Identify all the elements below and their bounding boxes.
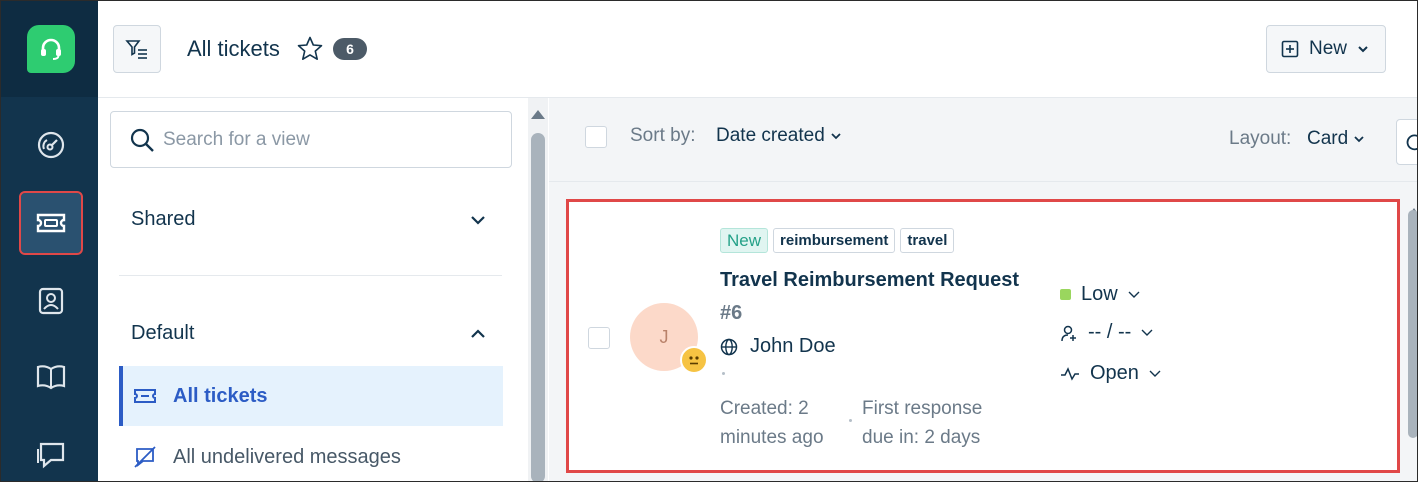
view-item-label: All undelivered messages <box>173 445 401 468</box>
neutral-face-icon <box>680 346 708 374</box>
section-divider <box>119 275 502 276</box>
list-toolbar: Sort by: Date created Layout: Card <box>549 98 1417 182</box>
status-value: Open <box>1090 362 1139 384</box>
view-search-box[interactable] <box>110 111 512 168</box>
shared-views-label: Shared <box>131 208 196 230</box>
nav-rail <box>1 1 98 481</box>
globe-icon <box>720 338 738 355</box>
logo-area <box>1 1 98 97</box>
tickets-icon[interactable] <box>19 191 83 255</box>
ticket-number: #6 <box>720 302 743 324</box>
default-views-toggle[interactable]: Default <box>131 322 486 345</box>
chevron-down-icon <box>1358 46 1368 53</box>
scroll-up-arrow-icon[interactable] <box>531 110 545 119</box>
layout-label: Layout: <box>1229 128 1292 149</box>
new-button[interactable]: New <box>1266 25 1386 73</box>
status-badge: New <box>720 228 769 253</box>
assign-agent-icon <box>1061 325 1076 341</box>
chevron-down-icon <box>471 215 485 225</box>
ticket-subject: Travel Reimbursement Request <box>720 269 1019 291</box>
requester-name: John Doe <box>750 335 836 357</box>
tag-chip[interactable]: reimbursement <box>773 228 896 253</box>
ticket-tags: New reimbursement travel <box>720 228 955 253</box>
search-icon <box>130 128 154 152</box>
views-scroll-thumb[interactable] <box>531 133 545 481</box>
tag-chip[interactable]: travel <box>900 228 955 253</box>
headset-logo-icon[interactable] <box>27 25 75 73</box>
favorite-star-icon[interactable] <box>296 35 324 68</box>
requester[interactable]: John Doe <box>720 335 836 358</box>
chevron-down-icon <box>1141 329 1153 336</box>
new-button-label: New <box>1309 38 1348 59</box>
filter-toggle-button[interactable] <box>113 25 161 73</box>
views-panel: Shared Default All tickets All un <box>98 98 548 481</box>
layout-dropdown[interactable]: Card <box>1307 128 1364 150</box>
chevron-down-icon <box>1128 291 1140 298</box>
assignee-value: -- / -- <box>1088 321 1132 343</box>
separator-dot <box>722 372 725 375</box>
page-title: All tickets <box>187 36 280 61</box>
priority-indicator <box>1060 289 1071 300</box>
view-item-all-tickets[interactable]: All tickets <box>119 366 503 426</box>
refresh-button[interactable] <box>1396 119 1417 165</box>
view-item-label: All tickets <box>173 384 268 407</box>
app-window: All tickets 6 New Search for a view Shar… <box>0 0 1418 482</box>
ticket-icon <box>134 389 156 403</box>
view-search-input[interactable] <box>163 128 483 151</box>
list-scroll-thumb[interactable] <box>1408 210 1417 438</box>
priority-dropdown[interactable]: Low <box>1060 283 1140 306</box>
refresh-icon <box>1406 134 1417 151</box>
sort-by-label: Sort by: <box>630 125 696 146</box>
contacts-icon[interactable] <box>21 271 81 331</box>
dashboard-icon[interactable] <box>21 115 81 175</box>
default-views-label: Default <box>131 322 195 344</box>
knowledge-base-icon[interactable] <box>21 347 81 407</box>
sort-by-value: Date created <box>716 125 825 146</box>
first-response-due: First response due in: 2 days <box>862 398 983 448</box>
page-header: All tickets 6 New <box>98 1 1417 98</box>
layout-value: Card <box>1307 128 1349 149</box>
status-dropdown[interactable]: Open <box>1060 362 1161 385</box>
ticket-subject-link[interactable]: Travel Reimbursement Request #6 <box>720 264 1020 330</box>
separator-dot <box>849 419 852 422</box>
shared-views-toggle[interactable]: Shared <box>131 208 486 231</box>
sort-by-dropdown[interactable]: Date created <box>716 125 841 147</box>
filter-icon <box>125 40 147 59</box>
chevron-down-icon <box>1354 135 1364 142</box>
chevron-down-icon <box>831 132 841 139</box>
chevron-up-icon <box>471 328 485 338</box>
activity-icon <box>1061 366 1079 381</box>
ticket-select-checkbox[interactable] <box>588 327 610 349</box>
view-item-undelivered[interactable]: All undelivered messages <box>119 427 503 481</box>
assignee-dropdown[interactable]: -- / -- <box>1060 321 1153 344</box>
ticket-card[interactable]: J New reimbursement travel Travel Reimbu… <box>566 199 1400 473</box>
ticket-count-badge: 6 <box>333 38 367 60</box>
undelivered-icon <box>134 446 156 468</box>
priority-value: Low <box>1081 283 1118 305</box>
select-all-checkbox[interactable] <box>585 126 607 148</box>
ticket-list-area: Sort by: Date created Layout: Card J New… <box>549 98 1417 481</box>
chevron-down-icon <box>1149 370 1161 377</box>
created-time: Created: 2 minutes ago <box>720 398 824 448</box>
chat-icon[interactable] <box>21 425 81 481</box>
plus-box-icon <box>1281 40 1299 58</box>
